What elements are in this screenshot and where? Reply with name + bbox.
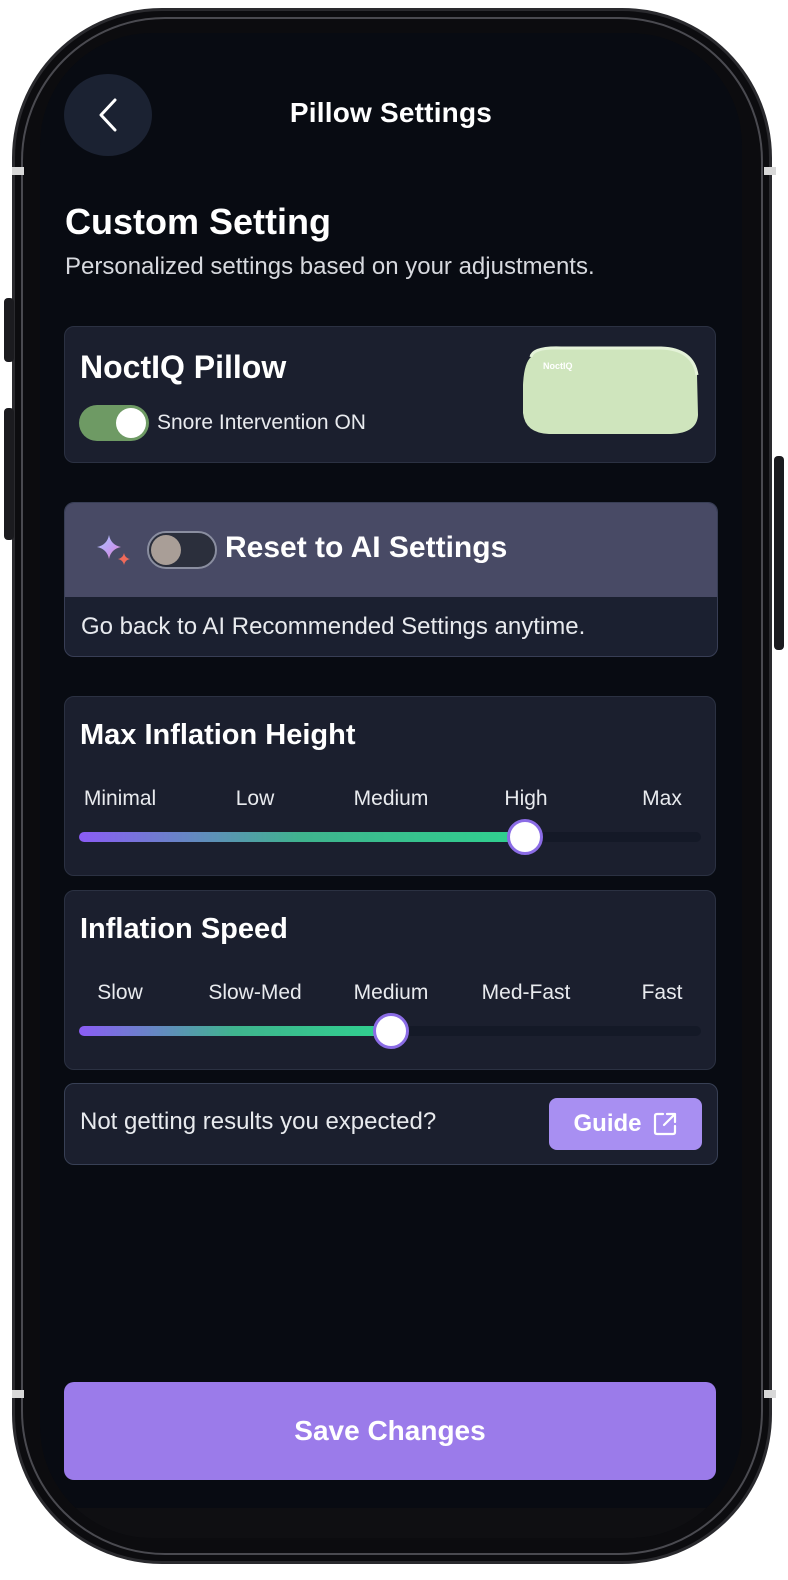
page-title: Pillow Settings: [289, 97, 493, 128]
ai-reset-description: Go back to AI Recommended Settings anyti…: [81, 613, 586, 640]
frame-band-mark: [12, 1390, 24, 1398]
slider-thumb[interactable]: [373, 1013, 409, 1049]
frame-band-mark: [764, 1390, 776, 1398]
device-name: NoctIQ Pillow: [80, 349, 287, 385]
help-text: Not getting results you expected?: [80, 1108, 437, 1135]
inflation-speed-card: Inflation Speed Slow Slow-Med Medium Med…: [64, 890, 716, 1070]
level-label[interactable]: Low: [236, 787, 275, 811]
guide-button-label: Guide: [573, 1110, 642, 1137]
max-inflation-card: Max Inflation Height Minimal Low Medium …: [64, 696, 716, 876]
level-label[interactable]: High: [504, 787, 547, 811]
help-card: Not getting results you expected? Guide: [64, 1083, 718, 1165]
frame-band-mark: [764, 167, 776, 175]
slider-fill: [79, 1026, 391, 1036]
level-label[interactable]: Med-Fast: [482, 981, 571, 1005]
ai-reset-title: Reset to AI Settings: [225, 531, 508, 564]
level-label[interactable]: Slow-Med: [208, 981, 301, 1005]
snore-intervention-toggle[interactable]: [79, 405, 149, 441]
snore-intervention-label: Snore Intervention ON: [157, 411, 366, 434]
toggle-knob: [151, 535, 181, 565]
max-inflation-slider[interactable]: [79, 819, 701, 855]
level-label[interactable]: Medium: [354, 981, 429, 1005]
pillow-image: NoctIQ: [523, 346, 699, 434]
app-screen: Pillow Settings Custom Setting Personali…: [40, 33, 742, 1538]
phone-mute-switch: [4, 298, 14, 362]
level-label[interactable]: Fast: [642, 981, 683, 1005]
frame-band-mark: [12, 167, 24, 175]
sparkle-icon: [97, 535, 130, 565]
level-label[interactable]: Max: [642, 787, 682, 811]
inflation-speed-title: Inflation Speed: [80, 913, 288, 945]
ai-reset-card: Reset to AI Settings Go back to AI Recom…: [64, 502, 718, 657]
save-changes-button[interactable]: Save Changes: [64, 1382, 716, 1480]
inflation-speed-levels: Slow Slow-Med Medium Med-Fast Fast: [65, 981, 715, 1007]
section-title: Custom Setting: [65, 201, 331, 242]
level-label[interactable]: Minimal: [84, 787, 156, 811]
phone-power-button: [774, 456, 784, 650]
slider-fill: [79, 832, 525, 842]
level-label[interactable]: Medium: [354, 787, 429, 811]
pillow-brand-mark: NoctIQ: [543, 361, 573, 371]
level-label[interactable]: Slow: [97, 981, 143, 1005]
max-inflation-title: Max Inflation Height: [80, 719, 356, 751]
toggle-knob: [116, 408, 146, 438]
max-inflation-levels: Minimal Low Medium High Max: [65, 787, 715, 813]
section-subtitle: Personalized settings based on your adju…: [65, 253, 595, 280]
device-card: NoctIQ Pillow Snore Intervention ON Noct…: [64, 326, 716, 463]
save-changes-label: Save Changes: [294, 1415, 486, 1446]
ai-settings-toggle[interactable]: [147, 531, 217, 569]
phone-volume-button: [4, 408, 14, 540]
guide-button[interactable]: Guide: [549, 1098, 702, 1150]
external-link-icon: [653, 1112, 676, 1136]
slider-thumb[interactable]: [507, 819, 543, 855]
inflation-speed-slider[interactable]: [79, 1013, 701, 1049]
home-indicator-area: [40, 1508, 742, 1538]
